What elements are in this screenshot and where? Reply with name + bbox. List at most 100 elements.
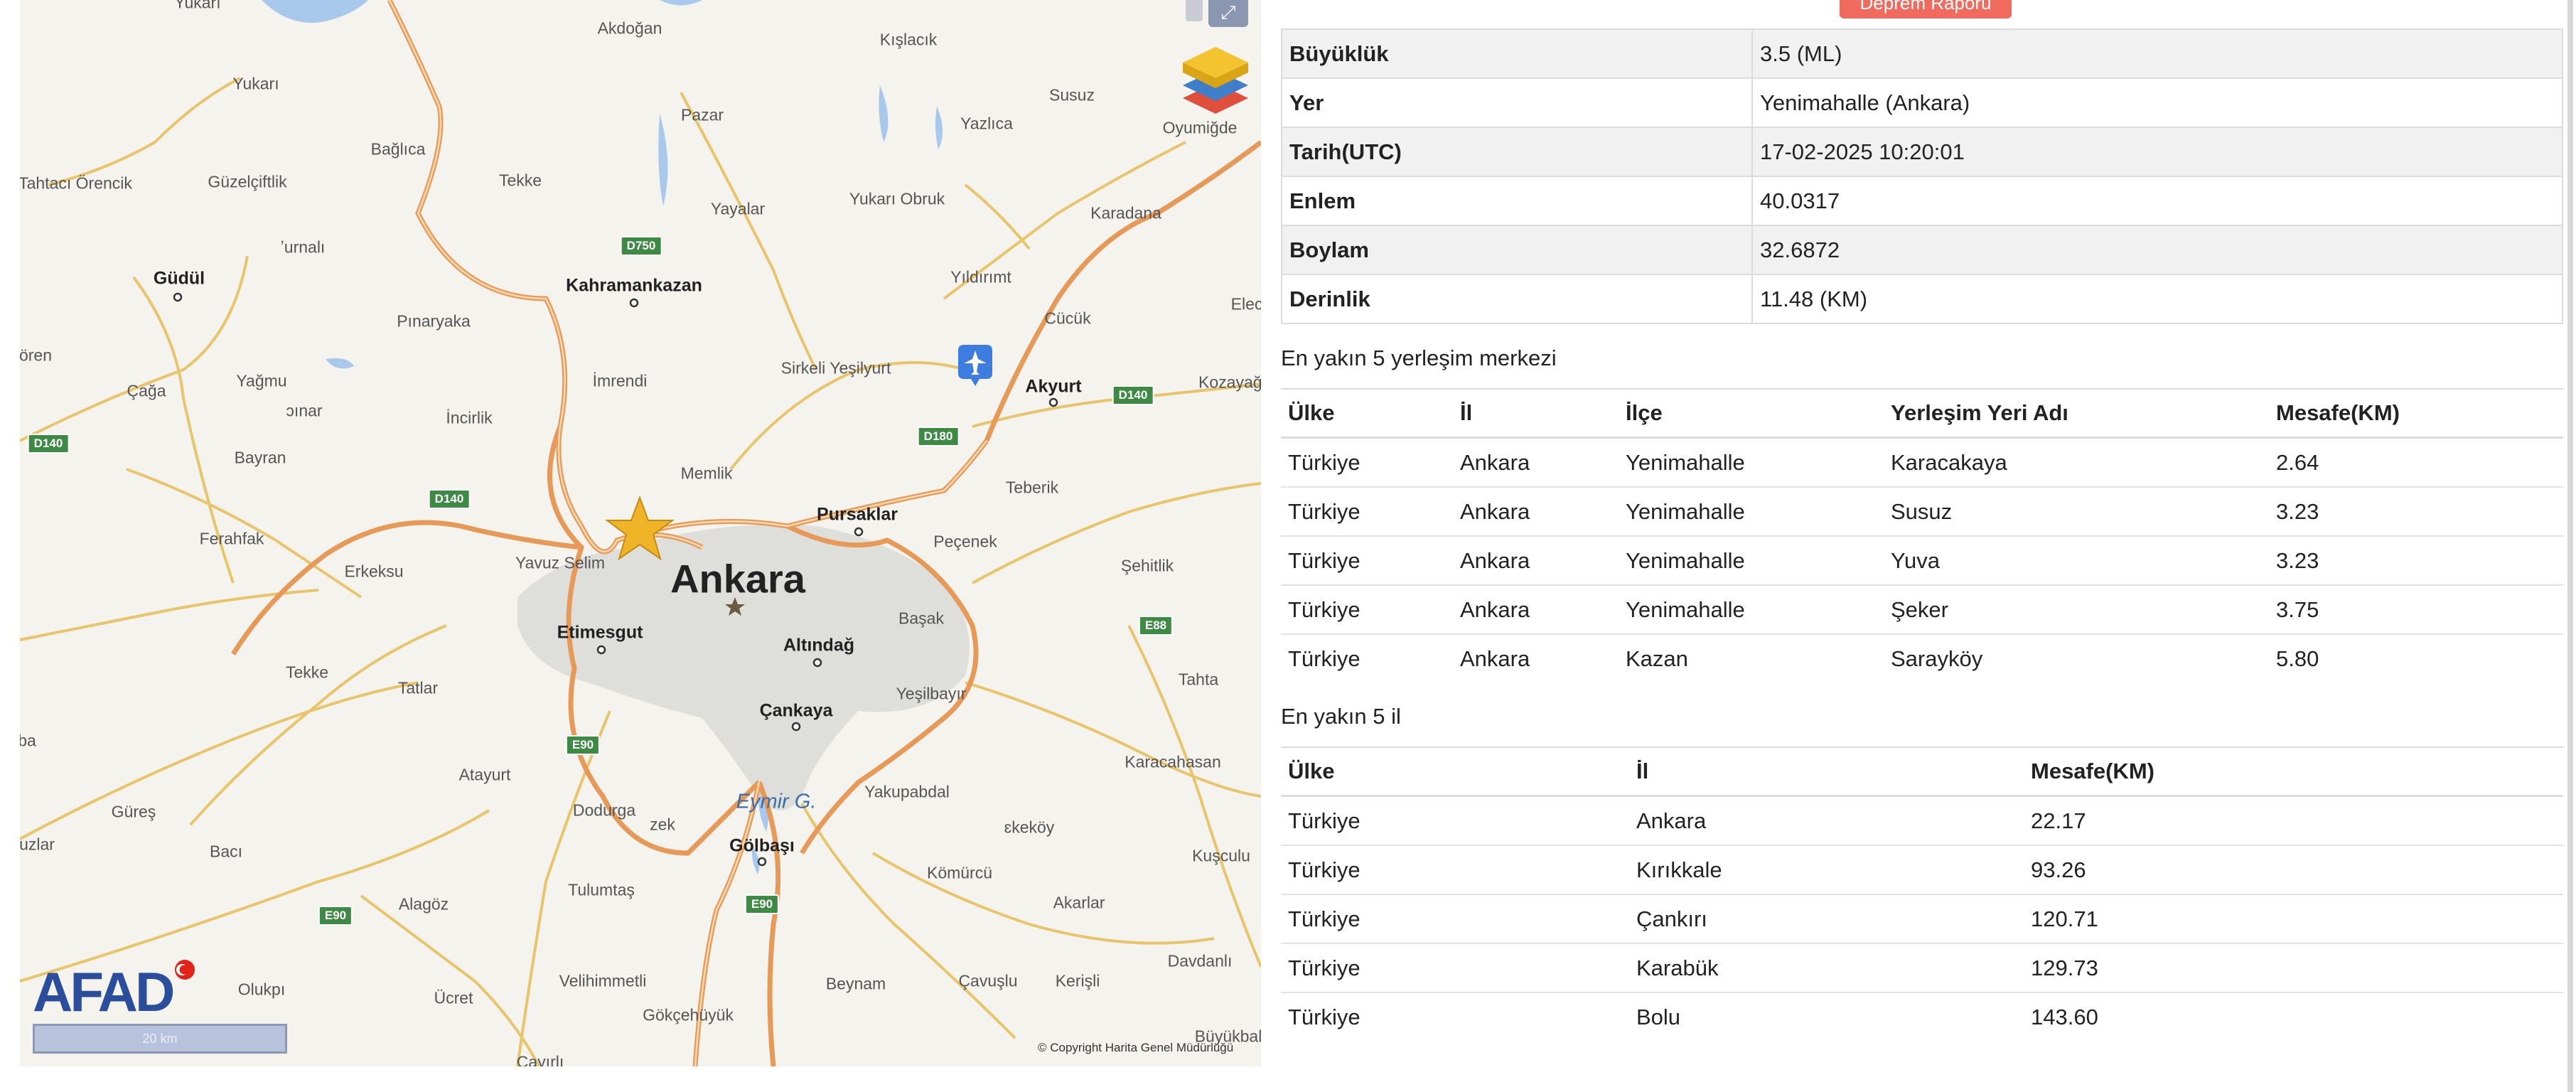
info-row: Büyüklük 3.5 (ML) xyxy=(1282,28,2562,78)
place-label: uzlar xyxy=(20,835,55,854)
place-label: Güreş xyxy=(111,802,156,821)
place-label: Bayran xyxy=(234,448,286,467)
settlements-title: En yakın 5 yerleşim merkezi xyxy=(1281,346,1557,370)
expand-icon: ⤢ xyxy=(1220,1,1236,23)
city-label-ankara: Ankara xyxy=(670,556,805,601)
scrollbar-edge[interactable] xyxy=(2567,0,2573,1092)
table-row: Türkiye Ankara Yenimahalle Susuz 3.23 xyxy=(1281,486,2563,536)
place-label: Susuz xyxy=(1049,85,1095,105)
info-row: Boylam 32.6872 xyxy=(1282,225,2562,274)
info-row: Tarih(UTC) 17-02-2025 10:20:01 xyxy=(1282,127,2562,176)
place-label: Bağlıca xyxy=(370,139,426,159)
info-key: Yer xyxy=(1282,77,1753,127)
table-row: Türkiye Ankara 22.17 xyxy=(1281,795,2563,845)
table-cell: Ankara xyxy=(1453,437,1619,487)
table-cell: Yuva xyxy=(1884,535,2269,585)
table-cell: Kırıkkale xyxy=(1629,845,2024,894)
earthquake-report-button[interactable]: Deprem Raporu xyxy=(1840,0,2012,18)
town-label: Altındağ xyxy=(783,635,854,655)
lake-label: Eymir G. xyxy=(736,790,817,813)
table-row: Türkiye Karabük 129.73 xyxy=(1281,943,2563,992)
info-key: Tarih(UTC) xyxy=(1282,127,1753,176)
place-label: Memlik xyxy=(680,464,733,483)
place-label: Tahtacı Örencik xyxy=(20,173,132,193)
info-value: 32.6872 xyxy=(1752,225,2562,274)
provinces-title: En yakın 5 il xyxy=(1281,704,1401,729)
table-cell: 143.60 xyxy=(2024,992,2563,1041)
nearest-provinces-table: Ülke İl Mesafe(KM) Türkiye Ankara 22.17 Türki… xyxy=(1281,746,2563,1041)
table-cell: 129.73 xyxy=(2024,943,2563,992)
place-label: Tekke xyxy=(498,171,542,190)
place-label: Şehitlik xyxy=(1120,556,1174,575)
table-row: Türkiye Ankara Kazan Sarayköy 5.80 xyxy=(1281,633,2563,682)
column-header: Mesafe(KM) xyxy=(2269,388,2563,439)
layers-icon xyxy=(1183,47,1248,114)
table-header-row: Ülke İl Mesafe(KM) xyxy=(1281,746,2563,797)
airport-icon xyxy=(958,345,992,386)
column-header: Mesafe(KM) xyxy=(2024,746,2563,797)
table-cell: Kazan xyxy=(1619,633,1884,682)
table-cell: Ankara xyxy=(1453,633,1619,682)
place-label: Elec xyxy=(1230,294,1261,314)
table-cell: Türkiye xyxy=(1281,486,1453,536)
place-label: Tekke xyxy=(285,663,329,682)
table-cell: 120.71 xyxy=(2024,894,2563,943)
info-value: Yenimahalle (Ankara) xyxy=(1752,77,2562,127)
place-label: Tatlar xyxy=(397,678,439,697)
road-shield: D180 xyxy=(917,427,960,446)
place-label: Dodurga xyxy=(572,801,636,820)
place-label: ören xyxy=(20,346,53,365)
place-label: Karacahasan xyxy=(1125,752,1221,771)
place-label: İmrendi xyxy=(592,371,648,390)
table-cell: Türkiye xyxy=(1281,845,1629,894)
earthquake-map[interactable]: ⤢ Yukarı Yukarı Tahtacı Örencik Güzelçif… xyxy=(20,0,1261,1066)
table-cell: 3.23 xyxy=(2269,486,2563,536)
place-label: Atayurt xyxy=(458,765,511,784)
info-key: Boylam xyxy=(1282,225,1753,274)
place-label: Yeşilbayır xyxy=(896,684,967,703)
info-row: Derinlik 11.48 (KM) xyxy=(1282,274,2562,323)
town-label: Gölbaşı xyxy=(729,835,795,856)
place-label: Kışlacık xyxy=(879,30,938,49)
expand-map-button[interactable]: ⤢ xyxy=(1208,0,1248,27)
place-label: Yukarı Obruk xyxy=(849,189,945,208)
column-header: Ülke xyxy=(1281,388,1453,439)
table-cell: Yenimahalle xyxy=(1619,535,1884,585)
table-cell: Ankara xyxy=(1453,584,1619,634)
town-label: Kahramankazan xyxy=(566,275,702,296)
place-label: Çayırlı xyxy=(516,1052,564,1067)
table-row: Türkiye Ankara Yenimahalle Şeker 3.75 xyxy=(1281,584,2563,634)
road-shield: E90 xyxy=(318,906,353,926)
place-label: Yayalar xyxy=(710,199,766,218)
table-cell: 22.17 xyxy=(2024,795,2563,845)
table-cell: Türkiye xyxy=(1281,437,1453,487)
info-key: Enlem xyxy=(1282,176,1753,225)
info-value: 11.48 (KM) xyxy=(1752,274,2562,323)
road-shield: D750 xyxy=(620,236,662,256)
table-cell: Türkiye xyxy=(1281,535,1453,585)
table-cell: Türkiye xyxy=(1281,992,1629,1041)
map-scale-bar: 20 km xyxy=(33,1024,287,1054)
info-value: 17-02-2025 10:20:01 xyxy=(1752,127,2562,176)
table-cell: Sarayköy xyxy=(1884,633,2269,682)
table-cell: Türkiye xyxy=(1281,633,1453,682)
table-cell: Karacakaya xyxy=(1884,437,2269,487)
column-header: Ülke xyxy=(1281,746,1629,797)
place-label: Çavuşlu xyxy=(958,971,1018,990)
table-cell: Şeker xyxy=(1884,584,2269,634)
road-shield: D140 xyxy=(27,434,70,454)
place-label: Kerişli xyxy=(1055,971,1100,990)
town-label: Pursaklar xyxy=(817,504,898,525)
table-cell: Ankara xyxy=(1453,535,1619,585)
info-key: Derinlik xyxy=(1282,274,1753,323)
place-label: Ücret xyxy=(434,988,473,1007)
table-row: Türkiye Çankırı 120.71 xyxy=(1281,894,2563,943)
map-control-top[interactable] xyxy=(1186,0,1203,21)
place-label: Akarlar xyxy=(1053,893,1105,912)
table-cell: 5.80 xyxy=(2269,633,2563,682)
place-label: Yıldırımt xyxy=(950,267,1011,287)
table-cell: Yenimahalle xyxy=(1619,486,1884,536)
info-row: Yer Yenimahalle (Ankara) xyxy=(1282,77,2562,127)
town-label: Etimesgut xyxy=(557,622,643,643)
earthquake-details-panel: Deprem Raporu Büyüklük 3.5 (ML) Yer Yenimah… xyxy=(1279,0,2576,1092)
